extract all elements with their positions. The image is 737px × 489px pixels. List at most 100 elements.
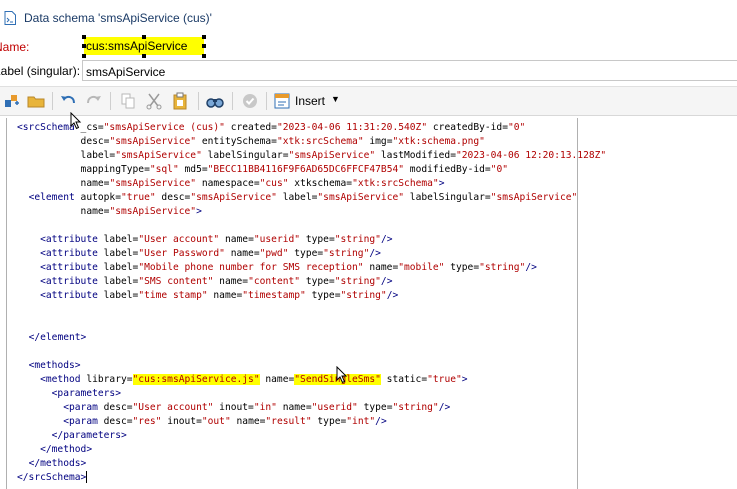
code-token: "out" — [201, 416, 231, 427]
code-token: md5= — [178, 164, 208, 175]
code-token: "string" — [479, 262, 526, 273]
code-token: > — [196, 206, 202, 217]
code-token: "int" — [346, 416, 376, 427]
code-token: <param — [63, 416, 98, 427]
code-token: "0" — [490, 164, 508, 175]
label-singular-value: smsApiService — [86, 65, 166, 79]
code-token: labelSingular= — [404, 192, 491, 203]
code-token: "userid" — [253, 234, 301, 245]
code-token: label= — [97, 262, 139, 273]
code-token: <attribute — [40, 276, 98, 287]
code-token: /> — [369, 248, 381, 259]
code-token: "2023-04-06 12:20:13.128Z" — [456, 150, 607, 161]
code-token: </method> — [40, 444, 93, 455]
code-token: <param — [63, 402, 98, 413]
code-token: "userid" — [311, 402, 358, 413]
code-token: static= — [380, 374, 428, 385]
code-token: "sql" — [149, 164, 179, 175]
document-icon — [4, 11, 16, 25]
code-token: <element — [28, 192, 75, 203]
code-token: name= — [80, 178, 110, 189]
code-token: </methods> — [28, 458, 87, 469]
new-icon[interactable] — [2, 91, 22, 111]
code-token: "res" — [132, 416, 162, 427]
code-token: label= — [80, 150, 116, 161]
code-token: library= — [80, 374, 133, 385]
open-folder-icon[interactable] — [26, 91, 46, 111]
toolbar-separator — [232, 92, 233, 110]
find-icon[interactable] — [205, 91, 225, 111]
code-token: "true" — [427, 374, 462, 385]
undo-icon[interactable] — [58, 91, 78, 111]
code-token: desc= — [80, 136, 110, 147]
code-token: "xtk:srcSchema" — [352, 178, 439, 189]
code-token: desc= — [155, 192, 191, 203]
paste-icon[interactable] — [170, 91, 190, 111]
code-token: name= — [230, 416, 266, 427]
cut-icon[interactable] — [144, 91, 164, 111]
code-token: "timestamp" — [242, 290, 306, 301]
code-token: "User account" — [138, 234, 220, 245]
redo-icon[interactable] — [84, 91, 104, 111]
code-token: name= — [224, 248, 260, 259]
code-token: name= — [80, 206, 110, 217]
code-token: "content" — [248, 276, 301, 287]
label-singular-input[interactable] — [82, 60, 737, 81]
xml-editor[interactable]: <srcSchema _cs="smsApiService (cus)" cre… — [6, 118, 606, 489]
name-value: cus:smsApiService — [86, 39, 188, 53]
code-token: "Mobile phone number for SMS reception" — [138, 262, 364, 273]
code-token: name= — [213, 276, 249, 287]
text-caret — [86, 471, 88, 483]
code-token: > — [438, 178, 445, 189]
mouse-pointer-icon — [70, 112, 82, 130]
code-token: "smsApiService" — [288, 150, 376, 161]
code-token: type= — [300, 234, 335, 245]
code-token: name= — [219, 234, 254, 245]
code-token: "cus:smsApiService.js" — [132, 374, 260, 385]
code-token: namespace= — [196, 178, 260, 189]
code-token: <attribute — [40, 290, 98, 301]
chevron-down-icon[interactable]: ▼ — [331, 94, 340, 104]
code-token: "smsApiService" — [190, 192, 277, 203]
code-token: "string" — [340, 290, 387, 301]
window-title: Data schema 'smsApiService (cus)' — [24, 11, 212, 25]
code-token: label= — [97, 234, 139, 245]
code-token: "User account" — [132, 402, 214, 413]
code-token: <parameters> — [51, 388, 121, 399]
code-token: "smsApiService" — [109, 178, 197, 189]
code-token: name= — [259, 374, 295, 385]
code-token: type= — [357, 402, 393, 413]
code-token: desc= — [97, 416, 133, 427]
code-token: createdBy-id= — [427, 122, 508, 133]
code-token: lastModified= — [375, 150, 456, 161]
insert-icon[interactable] — [272, 91, 292, 111]
code-token: <methods> — [28, 360, 81, 371]
code-token: label= — [97, 290, 139, 301]
selection-handle — [202, 44, 206, 48]
code-token: type= — [305, 290, 341, 301]
code-token: name= — [207, 290, 243, 301]
toolbar-separator — [110, 92, 111, 110]
code-token: "string" — [334, 234, 381, 245]
copy-icon[interactable] — [118, 91, 138, 111]
code-token: xtkschema= — [288, 178, 353, 189]
code-token: <method — [40, 374, 81, 385]
code-token: <attribute — [40, 262, 98, 273]
code-token: type= — [300, 276, 335, 287]
selection-handle — [142, 35, 146, 39]
code-token: /> — [375, 416, 387, 427]
code-token: type= — [288, 248, 324, 259]
insert-button[interactable]: Insert — [295, 94, 325, 108]
code-token: "string" — [334, 276, 381, 287]
selection-handle — [202, 35, 206, 39]
code-token: inout= — [161, 416, 202, 427]
toolbar-separator — [266, 92, 267, 110]
code-token: <attribute — [40, 234, 98, 245]
selection-handle — [82, 35, 86, 39]
xml-source: <srcSchema _cs="smsApiService (cus)" cre… — [17, 121, 606, 485]
check-icon[interactable] — [240, 91, 260, 111]
title-bar: Data schema 'smsApiService (cus)' — [0, 0, 737, 34]
code-token: > — [461, 374, 468, 385]
code-token: "string" — [323, 248, 370, 259]
code-token: /> — [380, 276, 393, 287]
